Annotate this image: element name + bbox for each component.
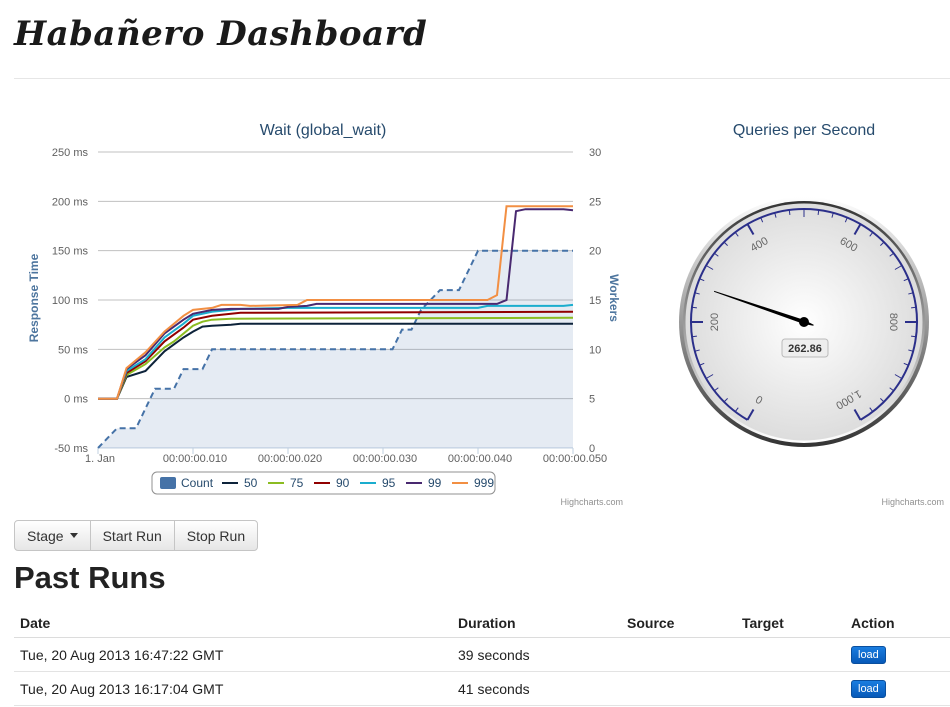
y-tick-label: 50 ms [58,344,88,356]
gauge-credit[interactable]: Highcharts.com [881,497,944,507]
x-tick-label: 00:00:00.010 [163,453,227,465]
gauge-title: Queries per Second [733,122,875,139]
gauge-value-box: 262.86 [781,338,829,358]
legend-label-50: 50 [244,476,258,490]
gauge-minor-tick [788,209,791,215]
table-row: Tue, 20 Aug 2013 16:17:04 GMT 41 seconds… [14,671,950,706]
gauge-minor-tick [911,306,917,309]
title-divider [14,78,950,79]
y-tick-label: 150 ms [52,246,89,258]
column-header-target: Target [736,608,845,638]
stage-button-label: Stage [27,527,64,544]
stage-dropdown-button[interactable]: Stage [14,520,91,551]
column-header-source: Source [621,608,736,638]
y2-tick-label: 30 [589,147,601,159]
load-button[interactable]: load [851,646,886,664]
run-action-cell: load [845,637,950,672]
y-tick-label: 250 ms [52,147,89,159]
y2-tick-label: 10 [589,344,601,356]
gauge-needle-pivot [799,317,809,327]
legend-label-95: 95 [382,476,396,490]
y-tick-label: 200 ms [52,196,89,208]
x-tick-label: 00:00:00.040 [448,453,512,465]
legend-label-99: 99 [428,476,442,490]
gauge-minor-tick [911,335,917,338]
wait-chart-title: Wait (global_wait) [260,122,387,139]
x-tick-label: 00:00:00.050 [543,453,607,465]
gauge-value: 262.86 [788,343,822,355]
stop-run-button[interactable]: Stop Run [173,520,259,551]
y-tick-label: 100 ms [52,295,89,307]
gauge-tick-label: 800 [887,313,899,331]
start-run-button[interactable]: Start Run [89,520,175,551]
y-tick-label: 0 ms [64,394,88,406]
column-header-action: Action [845,608,950,638]
run-duration: 41 seconds [452,671,621,706]
legend-label-999: 999 [474,476,494,490]
y-tick-label: -50 ms [54,443,88,455]
run-target [736,637,845,672]
gauge-minor-tick [691,335,697,338]
run-date: Tue, 20 Aug 2013 16:47:22 GMT [14,637,452,672]
caret-down-icon [69,533,78,538]
table-header-row: Date Duration Source Target Action [14,608,950,638]
x-tick-label: 00:00:00.030 [353,453,417,465]
x-tick-label: 1. Jan [85,453,115,465]
column-header-date: Date [14,608,452,638]
column-header-duration: Duration [452,608,621,638]
run-target [736,671,845,706]
wait-chart-legend[interactable]: Count 50 75 90 95 99 999 [151,471,496,495]
wait-chart: Wait (global_wait) -50 ms 0 ms 50 ms 100 ms… [27,122,623,507]
run-controls: Stage Start Run Stop Run [14,520,259,551]
run-date: Tue, 20 Aug 2013 16:17:04 GMT [14,671,452,706]
page-title: Habañero Dashboard [14,14,428,54]
run-action-cell: load [845,671,950,706]
y2-tick-label: 5 [589,394,595,406]
left-axis-title: Response Time [27,253,41,342]
gauge-minor-tick [691,306,697,309]
past-runs-title: Past Runs [14,560,166,595]
gauge-tick-label: 200 [709,313,721,331]
right-axis-title: Workers [607,274,621,322]
y2-tick-label: 15 [589,295,601,307]
past-runs-table: Date Duration Source Target Action Tue, … [14,608,950,706]
run-duration: 39 seconds [452,637,621,672]
run-source [621,671,736,706]
load-button[interactable]: load [851,680,886,698]
table-row: Tue, 20 Aug 2013 16:47:22 GMT 39 seconds… [14,637,950,672]
gauge-minor-tick [817,209,820,215]
run-source [621,637,736,672]
x-tick-label: 00:00:00.020 [258,453,322,465]
qps-gauge: Queries per Second 0200400 6008001,000 26… [679,122,944,507]
y2-tick-label: 25 [589,196,601,208]
legend-label-90: 90 [336,476,350,490]
legend-label-75: 75 [290,476,304,490]
wait-chart-credit[interactable]: Highcharts.com [560,497,623,507]
y2-tick-label: 20 [589,246,601,258]
legend-swatch-count [160,477,176,489]
legend-label-count: Count [181,476,214,490]
